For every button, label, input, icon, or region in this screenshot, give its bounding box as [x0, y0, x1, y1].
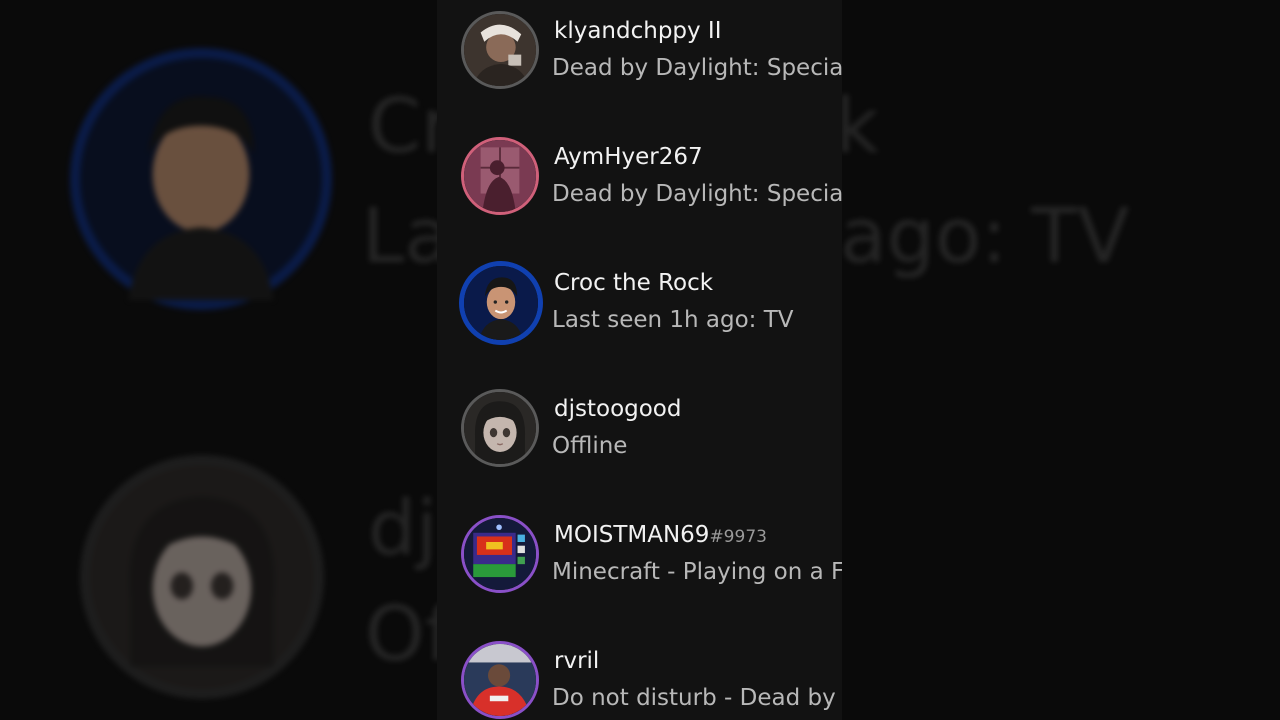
- avatar: [461, 389, 539, 467]
- friend-row-croc-the-rock[interactable]: Croc the Rock Last seen 1h ago: TV: [437, 240, 842, 366]
- gamerpic-silhouette-icon: [464, 140, 536, 212]
- avatar: [461, 137, 539, 215]
- presence-status: Minecraft - Playing on a F: [552, 559, 842, 585]
- avatar: [461, 515, 539, 593]
- gamerpic-photo-icon: [464, 644, 536, 716]
- gamertag: klyandchppy II: [554, 18, 722, 44]
- presence-status: Dead by Daylight: Special: [552, 55, 842, 81]
- xbox-avatar-icon: [464, 266, 538, 340]
- gamertag-suffix: #9973: [709, 527, 767, 547]
- presence-status: Dead by Daylight: Special: [552, 181, 842, 207]
- presence-status: Last seen 1h ago: TV: [552, 307, 794, 333]
- friend-row-rvril[interactable]: rvril Do not disturb - Dead by: [437, 618, 842, 720]
- avatar: [461, 641, 539, 719]
- gamertag: djstoogood: [554, 396, 682, 422]
- gamertag: rvril: [554, 648, 600, 674]
- gamertag: AymHyer267: [554, 144, 703, 170]
- gamerpic-anime-icon: [464, 392, 536, 464]
- background-text: dj: [368, 483, 438, 572]
- avatar: [461, 11, 539, 89]
- friend-row-aymhyer267[interactable]: AymHyer267 Dead by Daylight: Special: [437, 114, 842, 240]
- gamertag: MOISTMAN69#9973: [554, 522, 767, 548]
- avatar: [459, 261, 543, 345]
- friend-row-djstoogood[interactable]: djstoogood Offline: [437, 366, 842, 492]
- background-avatar-djstoogood: [80, 455, 324, 699]
- background-avatar-croc: [70, 48, 332, 310]
- gamertag: Croc the Rock: [554, 270, 714, 296]
- friends-list: klyandchppy II Dead by Daylight: Special…: [437, 0, 842, 720]
- gamerpic-pixel-art-icon: [464, 518, 536, 590]
- gamerpic-photo-icon: [464, 14, 536, 86]
- presence-status: Offline: [552, 433, 628, 459]
- friend-row-moistman69[interactable]: MOISTMAN69#9973 Minecraft - Playing on a…: [437, 492, 842, 618]
- background-text: ago: TV: [840, 191, 1130, 280]
- presence-status: Do not disturb - Dead by: [552, 685, 836, 711]
- friend-row-klyandchppy[interactable]: klyandchppy II Dead by Daylight: Special: [437, 0, 842, 114]
